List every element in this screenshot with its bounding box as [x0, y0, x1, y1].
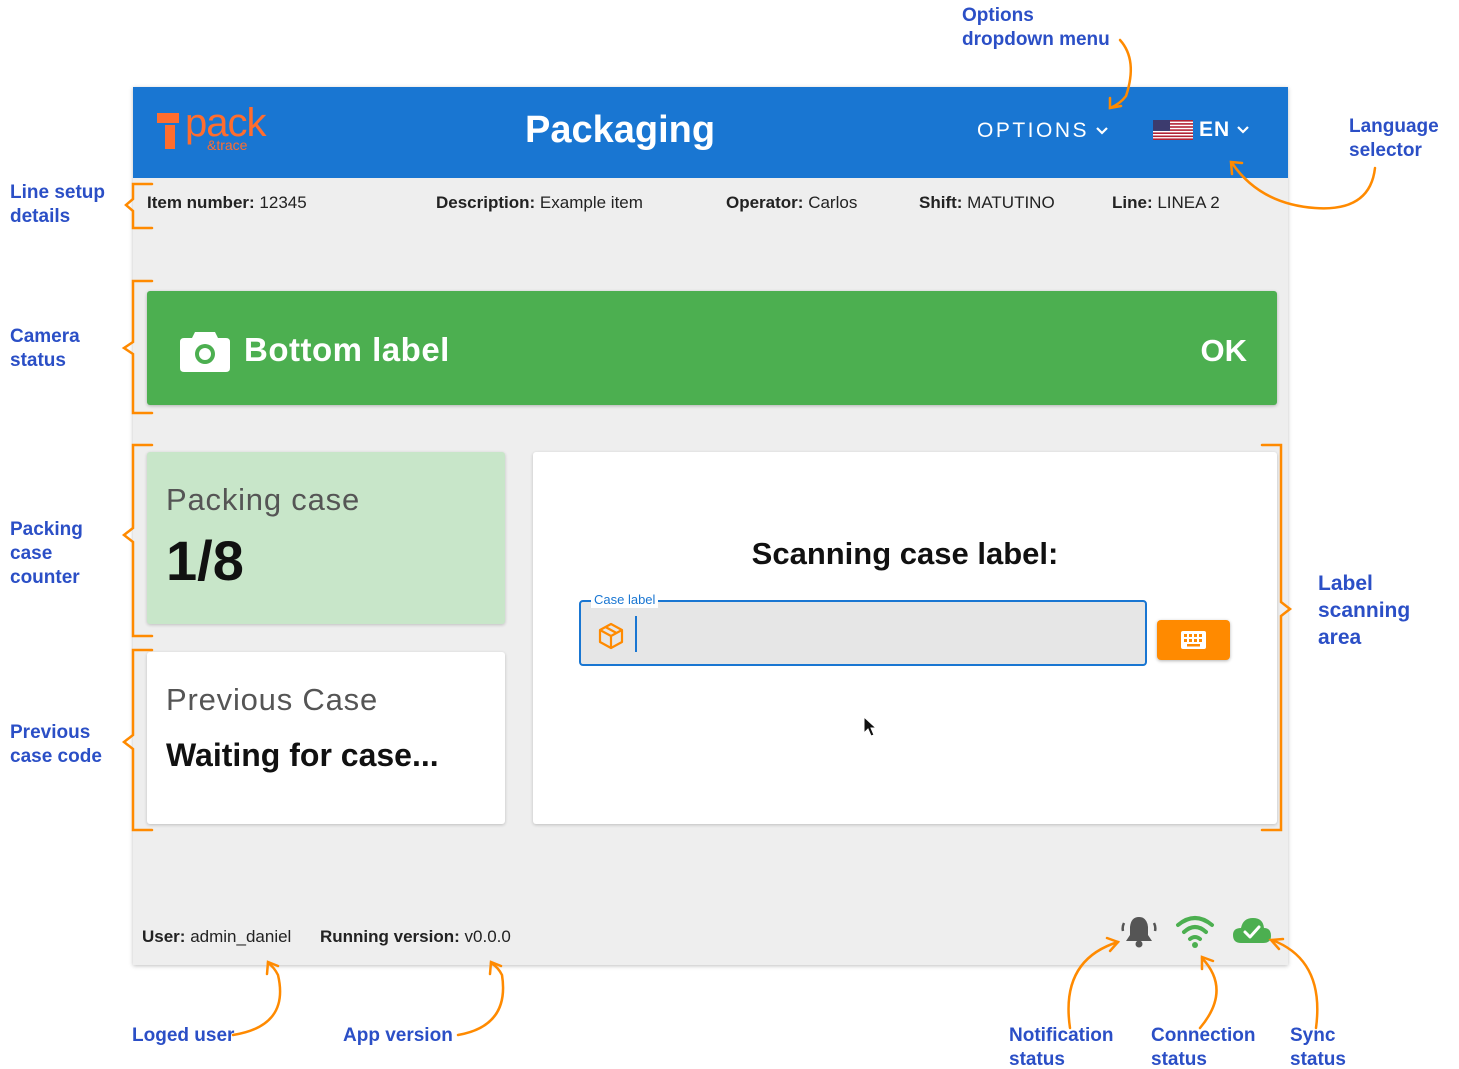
app-bar: pack &trace Packaging OPTIONS EN	[133, 87, 1288, 178]
camera-icon	[180, 332, 230, 372]
notification-status[interactable]	[1119, 913, 1159, 956]
info-key: Operator:	[726, 193, 804, 212]
keyboard-button[interactable]	[1157, 620, 1230, 660]
logo-subtext: &trace	[207, 137, 248, 153]
annotation-line: status	[1009, 1049, 1065, 1069]
annotation-line: selector	[1349, 140, 1422, 161]
camera-status-bar: Bottom label OK	[147, 291, 1277, 405]
label-scanning-area: Scanning case label: Case label	[533, 452, 1277, 824]
version-value: v0.0.0	[464, 927, 511, 946]
annotation-sync: Sync status	[1290, 1024, 1346, 1069]
info-key: Description:	[436, 193, 536, 212]
annotation-line: details	[10, 206, 71, 227]
annotation-line: Options	[962, 5, 1034, 26]
info-value: MATUTINO	[967, 193, 1055, 212]
previous-case-title: Previous Case	[166, 682, 378, 717]
annotation-line: Label	[1318, 572, 1373, 595]
camera-label: Bottom label	[244, 331, 450, 368]
annotation-line: status	[1151, 1049, 1207, 1069]
info-value: LINEA 2	[1157, 193, 1220, 212]
annotation-packing: Packing case counter	[10, 518, 83, 590]
annotation-line: Camera	[10, 326, 80, 347]
annotation-connection: Connection status	[1151, 1024, 1256, 1069]
case-label-input[interactable]	[635, 616, 1135, 652]
box-icon	[598, 622, 624, 650]
annotation-camera: Camera status	[10, 325, 80, 373]
user-key: User:	[142, 927, 186, 946]
bell-icon	[1121, 917, 1157, 948]
previous-case-value: Waiting for case...	[166, 737, 439, 773]
language-label: EN	[1199, 118, 1231, 141]
info-line: Line: LINEA 2	[1112, 193, 1220, 213]
app-version: Running version: v0.0.0	[320, 927, 511, 947]
options-label: OPTIONS	[977, 119, 1090, 142]
packing-case-counter: Packing case 1/8	[147, 452, 505, 624]
language-selector[interactable]: EN	[1153, 118, 1250, 142]
logo-mark-icon	[157, 113, 179, 149]
counter-value: 1/8	[166, 529, 244, 592]
status-icons	[1119, 913, 1289, 953]
annotation-line: Connection	[1151, 1025, 1256, 1046]
annotation-label-scan: Label scanning area	[1318, 570, 1410, 651]
annotation-line: App version	[343, 1025, 453, 1046]
keyboard-icon	[1181, 631, 1206, 649]
info-value: Example item	[539, 193, 643, 212]
mouse-cursor-icon	[863, 716, 878, 737]
logged-user: User: admin_daniel	[142, 927, 291, 947]
annotation-line: Line setup	[10, 182, 106, 203]
annotation-line: Language	[1349, 116, 1439, 137]
cloud-check-icon	[1233, 918, 1271, 943]
annotation-line: Notification	[1009, 1025, 1114, 1046]
annotation-line: scanning	[1318, 599, 1411, 622]
chevron-down-icon	[1096, 127, 1108, 135]
info-operator: Operator: Carlos	[726, 193, 857, 213]
annotation-line-setup: Line setup details	[10, 181, 105, 229]
info-key: Shift:	[919, 193, 963, 212]
info-shift: Shift: MATUTINO	[919, 193, 1055, 213]
counter-title: Packing case	[166, 482, 360, 517]
wifi-icon	[1176, 916, 1214, 948]
annotation-previous: Previous case code	[10, 721, 102, 769]
scan-title: Scanning case label:	[751, 536, 1059, 571]
screenshot-stage: pack &trace Packaging OPTIONS EN Item nu…	[0, 0, 1459, 1069]
page-title: Packaging	[525, 109, 716, 151]
info-value: 12345	[259, 193, 307, 212]
case-label-field-label: Case label	[591, 592, 659, 608]
annotation-version: App version	[343, 1024, 453, 1048]
annotation-line: status	[1290, 1049, 1346, 1069]
line-setup-details: Item number: 12345 Description: Example …	[147, 193, 1267, 217]
sync-status[interactable]	[1231, 913, 1273, 956]
annotation-language: Language selector	[1349, 115, 1439, 163]
annotation-user: Loged user	[132, 1024, 234, 1048]
info-item-number: Item number: 12345	[147, 193, 307, 213]
user-value: admin_daniel	[190, 927, 292, 946]
annotation-line: area	[1318, 626, 1362, 649]
app-window: pack &trace Packaging OPTIONS EN Item nu…	[133, 87, 1288, 965]
us-flag-icon	[1153, 120, 1193, 140]
chevron-down-icon	[1237, 126, 1249, 134]
logo: pack &trace	[155, 101, 285, 157]
annotation-line: case code	[10, 746, 102, 767]
annotation-line: Loged user	[132, 1025, 235, 1046]
connection-status[interactable]	[1175, 913, 1215, 956]
info-key: Item number:	[147, 193, 255, 212]
previous-case-card: Previous Case Waiting for case...	[147, 652, 505, 824]
version-key: Running version:	[320, 927, 460, 946]
annotation-notification: Notification status	[1009, 1024, 1114, 1069]
annotation-line: Previous	[10, 722, 91, 743]
annotation-options: Options dropdown menu	[962, 4, 1110, 52]
annotation-line: status	[10, 350, 66, 371]
info-description: Description: Example item	[436, 193, 643, 213]
annotation-line: dropdown menu	[962, 29, 1110, 50]
case-label-field[interactable]: Case label	[579, 592, 1147, 666]
info-value: Carlos	[808, 193, 858, 212]
annotation-line: Sync	[1290, 1025, 1336, 1046]
options-dropdown-button[interactable]: OPTIONS	[977, 119, 1109, 143]
annotation-line: counter	[10, 567, 80, 588]
info-key: Line:	[1112, 193, 1153, 212]
annotation-line: case	[10, 543, 53, 564]
annotation-line: Packing	[10, 519, 83, 540]
camera-status-text: OK	[1200, 333, 1248, 368]
